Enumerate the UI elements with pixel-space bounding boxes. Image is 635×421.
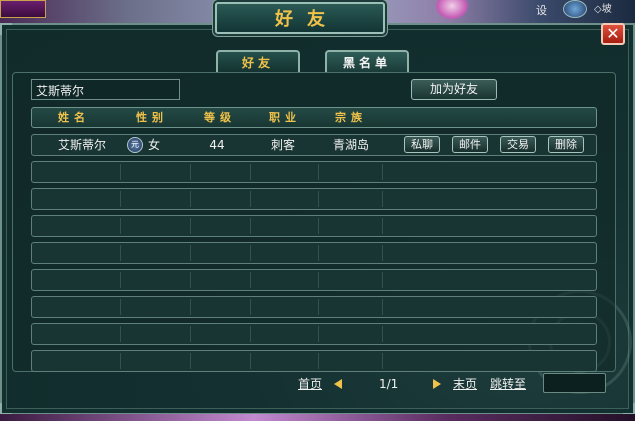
table-row[interactable] [31, 215, 597, 237]
column-divider [120, 218, 121, 234]
column-divider [190, 164, 191, 180]
column-divider [318, 353, 319, 369]
column-divider [120, 272, 121, 288]
table-row[interactable] [31, 161, 597, 183]
column-divider [318, 272, 319, 288]
column-divider [318, 191, 319, 207]
friend-clan: 青湖岛 [332, 138, 369, 152]
table-row[interactable] [31, 269, 597, 291]
page-jump-input[interactable] [543, 373, 606, 393]
first-page-link[interactable]: 首页 [298, 376, 322, 392]
column-header-gender: 性别 [136, 111, 168, 124]
column-divider [120, 191, 121, 207]
column-divider [250, 191, 251, 207]
delete-button[interactable]: 删除 [548, 136, 584, 153]
column-divider [190, 353, 191, 369]
column-divider [318, 326, 319, 342]
column-divider [190, 245, 191, 261]
table-header: 姓名 性别 等级 职业 宗族 [31, 107, 597, 128]
game-scenery-bottom [0, 414, 635, 421]
character-sprite [435, 0, 469, 20]
frame-corner [0, 23, 12, 35]
prev-page-icon[interactable] [334, 379, 342, 389]
column-divider [250, 299, 251, 315]
mail-button[interactable]: 邮件 [452, 136, 488, 153]
column-header-profession: 职业 [269, 111, 301, 124]
column-divider [250, 272, 251, 288]
friend-name-input[interactable]: 艾斯蒂尔 [31, 79, 180, 100]
column-divider [382, 218, 383, 234]
column-divider [190, 299, 191, 315]
settings-label[interactable]: 设 [536, 2, 550, 17]
friend-name: 艾斯蒂尔 [57, 138, 106, 152]
menu-icon[interactable] [0, 0, 46, 18]
column-divider [190, 191, 191, 207]
column-divider [250, 245, 251, 261]
orb-icon[interactable] [563, 0, 587, 18]
gender-icon: 元 [127, 137, 143, 153]
tab-friends[interactable]: 好友 [216, 50, 300, 72]
add-friend-button[interactable]: 加为好友 [411, 79, 497, 100]
table-row[interactable] [31, 242, 597, 264]
column-divider [382, 326, 383, 342]
page-indicator: 1/1 [379, 377, 399, 391]
trade-button[interactable]: 交易 [500, 136, 536, 153]
column-divider [382, 272, 383, 288]
column-divider [190, 272, 191, 288]
column-divider [318, 299, 319, 315]
friend-gender: 女 [147, 138, 160, 152]
column-divider [382, 191, 383, 207]
friend-profession: 刺客 [270, 138, 295, 152]
jump-to-label[interactable]: 跳转至 [490, 376, 526, 392]
table-row[interactable] [31, 350, 597, 372]
column-divider [250, 353, 251, 369]
friend-level: 44 [209, 138, 225, 152]
column-divider [190, 326, 191, 342]
column-divider [382, 164, 383, 180]
column-divider [120, 245, 121, 261]
next-page-icon[interactable] [433, 379, 441, 389]
column-divider [120, 164, 121, 180]
column-divider [250, 164, 251, 180]
table-row[interactable] [31, 296, 597, 318]
column-divider [120, 353, 121, 369]
table-row[interactable] [31, 188, 597, 210]
column-divider [120, 326, 121, 342]
hud-text: ◇坡 [594, 4, 612, 15]
close-button[interactable]: ✕ [601, 23, 625, 45]
column-divider [382, 299, 383, 315]
column-divider [318, 218, 319, 234]
table-row[interactable] [31, 323, 597, 345]
column-header-clan: 宗族 [335, 111, 367, 124]
column-divider [318, 164, 319, 180]
column-divider [382, 245, 383, 261]
column-divider [318, 245, 319, 261]
last-page-link[interactable]: 末页 [453, 376, 477, 392]
private-chat-button[interactable]: 私聊 [404, 136, 440, 153]
table-row[interactable]: 艾斯蒂尔 元 女 44 刺客 青湖岛 私聊 邮件 交易 删除 [31, 134, 597, 156]
window-title: 好友 [215, 2, 385, 34]
tab-blacklist[interactable]: 黑名单 [325, 50, 409, 72]
column-divider [382, 353, 383, 369]
column-header-level: 等级 [204, 111, 236, 124]
column-divider [120, 299, 121, 315]
column-divider [190, 218, 191, 234]
column-header-name: 姓名 [58, 111, 90, 124]
column-divider [250, 326, 251, 342]
column-divider [250, 218, 251, 234]
